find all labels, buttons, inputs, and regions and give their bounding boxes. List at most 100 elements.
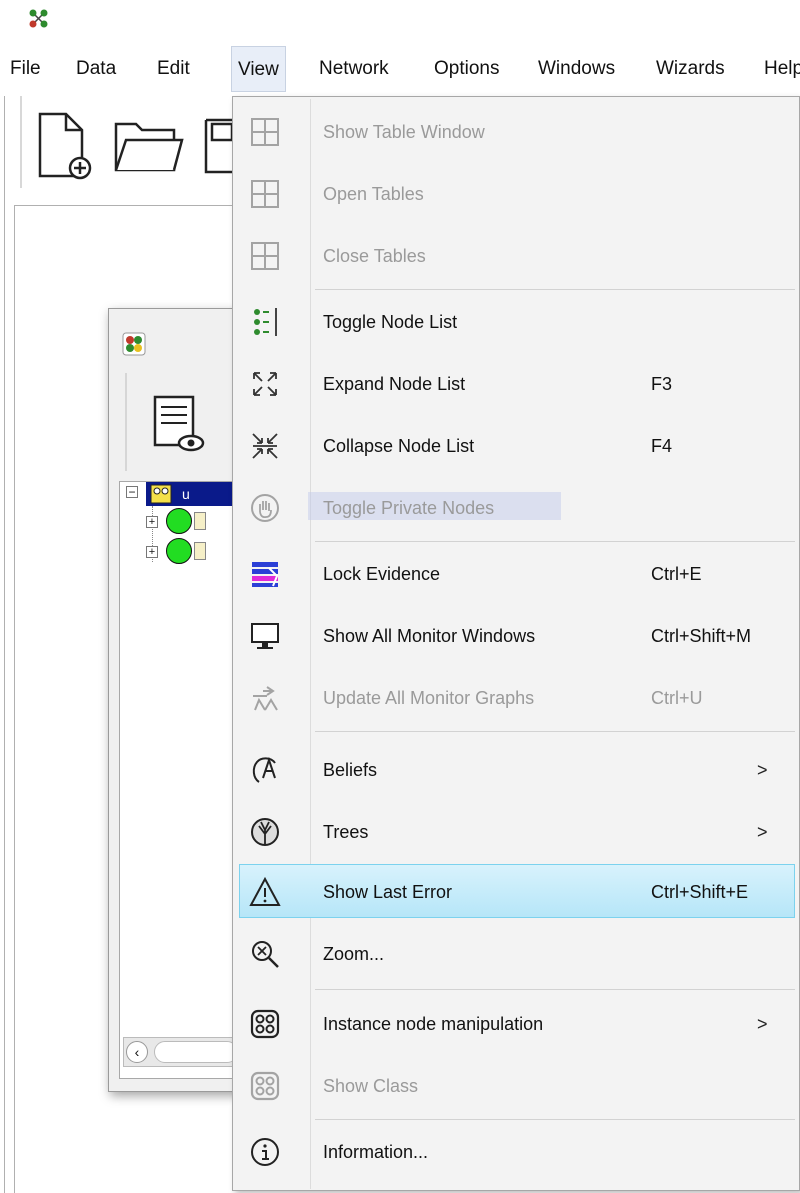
network-window-icon bbox=[122, 332, 146, 356]
toolbar-grip bbox=[20, 96, 22, 188]
submenu-arrow-icon: > bbox=[757, 760, 768, 780]
menu-edit[interactable]: Edit bbox=[157, 46, 190, 92]
tree-expand-toggle[interactable]: + bbox=[146, 516, 158, 528]
frame-left-border bbox=[4, 96, 5, 1193]
open-folder-icon[interactable] bbox=[112, 118, 186, 176]
menu-item-label: Open Tables bbox=[323, 184, 424, 204]
menu-item-label: Expand Node List bbox=[323, 374, 466, 394]
workspace-left-border bbox=[14, 205, 15, 1193]
menu-options[interactable]: Options bbox=[434, 46, 499, 92]
chance-node-icon[interactable] bbox=[166, 538, 192, 564]
menu-item-shortcut: Ctrl+E bbox=[651, 564, 702, 584]
network-node-icon bbox=[150, 484, 172, 504]
horizontal-scrollbar[interactable]: ‹ bbox=[123, 1037, 239, 1067]
menu-help[interactable]: Help bbox=[764, 46, 800, 92]
menu-item-lock-evidence[interactable]: Lock Evidence Ctrl+E bbox=[233, 543, 800, 605]
tree-collapse-toggle[interactable]: − bbox=[126, 486, 138, 498]
menu-item-shortcut: Ctrl+Shift+M bbox=[651, 626, 752, 646]
submenu-arrow-icon: > bbox=[757, 1014, 768, 1034]
tree-icon bbox=[251, 818, 279, 846]
instance-node-icon bbox=[250, 1009, 280, 1039]
monitor-icon bbox=[251, 623, 279, 649]
menu-item-update-all-monitor-graphs[interactable]: Update All Monitor Graphs Ctrl+U bbox=[233, 667, 800, 729]
menu-item-label: Information... bbox=[323, 1142, 429, 1162]
menu-item-label: Close Tables bbox=[323, 246, 426, 266]
node-list-icon bbox=[254, 308, 277, 336]
submenu-arrow-icon: > bbox=[757, 822, 768, 842]
menu-item-shortcut: F4 bbox=[651, 436, 673, 456]
network-app-icon bbox=[29, 9, 48, 28]
menu-item-label: Toggle Private Nodes bbox=[323, 498, 495, 518]
menu-item-shortcut: Ctrl+U bbox=[651, 688, 703, 708]
node-tree[interactable]: − u + + bbox=[119, 481, 250, 1079]
menu-item-label: Show Last Error bbox=[323, 882, 453, 902]
menu-item-collapse-node-list[interactable]: Collapse Node List F4 bbox=[233, 415, 800, 477]
table-icon bbox=[251, 180, 279, 208]
scrollbar-thumb[interactable] bbox=[154, 1041, 238, 1063]
menu-separator bbox=[315, 541, 795, 542]
table-icon bbox=[251, 242, 279, 270]
menu-item-label: Show Class bbox=[323, 1076, 419, 1096]
tree-root-label: u bbox=[182, 486, 190, 502]
menu-windows[interactable]: Windows bbox=[538, 46, 615, 92]
node-label-box bbox=[194, 512, 206, 530]
menu-separator bbox=[315, 1119, 795, 1120]
menu-separator bbox=[315, 289, 795, 290]
tree-expand-toggle[interactable]: + bbox=[146, 546, 158, 558]
child-toolbar-grip bbox=[125, 373, 127, 471]
node-label-box bbox=[194, 542, 206, 560]
menu-item-shortcut: F3 bbox=[651, 374, 673, 394]
menu-item-show-all-monitor-windows[interactable]: Show All Monitor Windows Ctrl+Shift+M bbox=[233, 605, 800, 667]
menu-item-information[interactable]: Information... bbox=[233, 1121, 800, 1183]
menu-item-label: Lock Evidence bbox=[323, 564, 441, 584]
menu-wizards[interactable]: Wizards bbox=[656, 46, 725, 92]
menu-item-label: Trees bbox=[323, 822, 369, 842]
menu-item-label: Instance node manipulation bbox=[323, 1014, 544, 1034]
menu-item-label: Collapse Node List bbox=[323, 436, 475, 456]
menu-bar: File Data Edit View Network Options Wind… bbox=[0, 46, 800, 92]
menu-item-toggle-private-nodes[interactable]: Toggle Private Nodes bbox=[233, 477, 800, 539]
menu-item-beliefs[interactable]: Beliefs > bbox=[233, 739, 800, 801]
collapse-icon bbox=[252, 433, 278, 459]
menu-item-label: Show Table Window bbox=[323, 122, 485, 142]
menu-file[interactable]: File bbox=[10, 46, 41, 92]
menu-item-open-tables[interactable]: Open Tables bbox=[233, 163, 800, 225]
menu-item-label: Show All Monitor Windows bbox=[323, 626, 536, 646]
expand-icon bbox=[253, 372, 277, 396]
menu-item-show-table-window[interactable]: Show Table Window bbox=[233, 101, 800, 163]
save-icon[interactable] bbox=[202, 116, 232, 176]
menu-item-zoom[interactable]: Zoom... bbox=[233, 923, 800, 985]
menu-item-trees[interactable]: Trees > bbox=[233, 801, 800, 863]
menu-item-toggle-node-list[interactable]: Toggle Node List bbox=[233, 291, 800, 353]
warning-icon bbox=[249, 876, 281, 906]
zoom-icon bbox=[252, 941, 279, 968]
beliefs-icon bbox=[252, 756, 276, 783]
menu-item-label: Toggle Node List bbox=[323, 312, 458, 332]
child-network-window: − u + + ‹ bbox=[108, 308, 250, 1092]
lock-evidence-icon bbox=[252, 562, 279, 587]
instance-node-icon bbox=[250, 1071, 280, 1101]
scroll-left-icon[interactable]: ‹ bbox=[126, 1041, 148, 1063]
menu-item-show-last-error[interactable]: Show Last Error Ctrl+Shift+E bbox=[233, 861, 800, 923]
menu-separator bbox=[315, 731, 795, 732]
chance-node-icon[interactable] bbox=[166, 508, 192, 534]
menu-item-close-tables[interactable]: Close Tables bbox=[233, 225, 800, 287]
new-file-icon[interactable] bbox=[36, 110, 96, 182]
info-icon bbox=[251, 1138, 279, 1166]
table-icon bbox=[251, 118, 279, 146]
menu-item-label: Zoom... bbox=[323, 944, 385, 964]
menu-item-expand-node-list[interactable]: Expand Node List F3 bbox=[233, 353, 800, 415]
menu-item-shortcut: Ctrl+Shift+E bbox=[651, 882, 749, 902]
menu-view[interactable]: View bbox=[231, 46, 286, 92]
view-menu-dropdown: Show Table Window Open Tables Close Tabl… bbox=[232, 96, 800, 1191]
menu-network[interactable]: Network bbox=[319, 46, 389, 92]
menu-item-show-class[interactable]: Show Class bbox=[233, 1055, 800, 1117]
menu-item-instance-node-manipulation[interactable]: Instance node manipulation > bbox=[233, 993, 800, 1055]
hand-icon bbox=[251, 494, 279, 522]
menu-data[interactable]: Data bbox=[76, 46, 116, 92]
node-view-icon[interactable] bbox=[151, 393, 207, 457]
update-graph-icon bbox=[253, 686, 278, 711]
menu-item-label: Update All Monitor Graphs bbox=[323, 688, 535, 708]
menu-item-label: Beliefs bbox=[323, 760, 378, 780]
title-bar bbox=[0, 0, 800, 38]
